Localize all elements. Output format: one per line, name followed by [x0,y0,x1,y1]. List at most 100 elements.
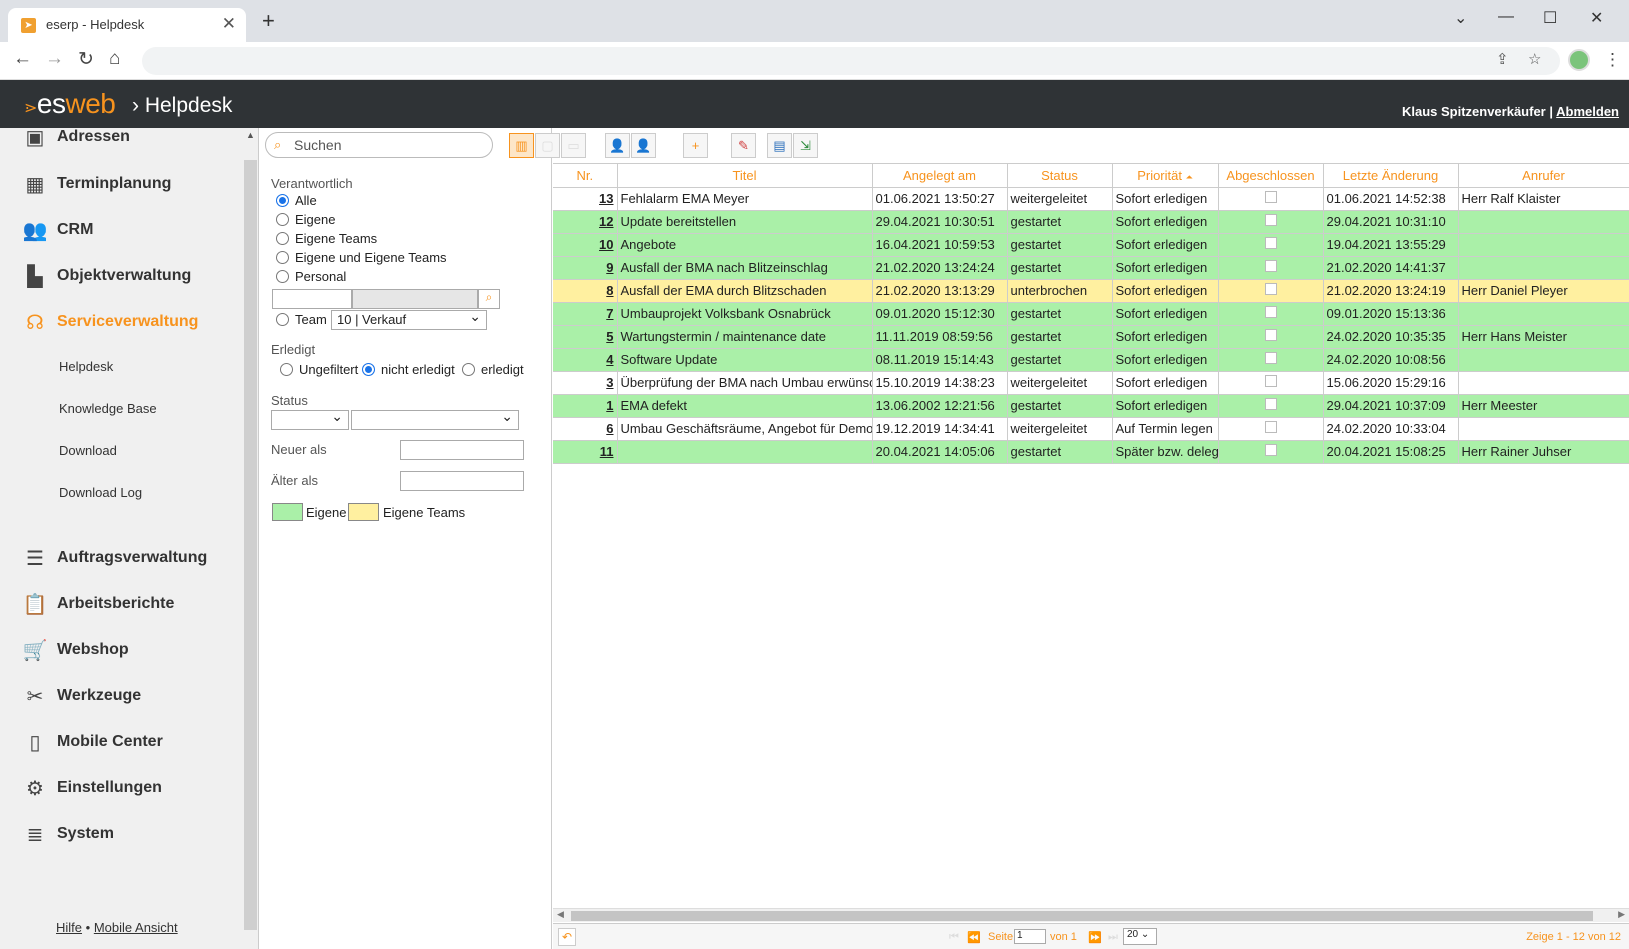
sidebar-item-auftragsverwaltung[interactable]: ☰ Auftragsverwaltung [22,543,207,573]
next-page-icon[interactable]: ⏩ [1088,931,1102,944]
closed-checkbox[interactable] [1264,306,1277,318]
closed-checkbox[interactable] [1264,283,1277,295]
radio-nicht-erledigt[interactable]: nicht erledigt [362,362,455,377]
closed-checkbox[interactable] [1264,260,1277,272]
radio-erledigt[interactable]: erledigt [462,362,524,377]
radio-eigene-und-teams[interactable]: Eigene und Eigene Teams [276,250,447,265]
radio-team[interactable]: Team [276,312,327,327]
table-row[interactable]: 13 Fehlalarm EMA Meyer 01.06.2021 13:50:27… [553,187,1629,211]
sidebar-scrollbar[interactable] [244,160,257,930]
radio-personal[interactable]: Personal [276,269,346,284]
per-page-select[interactable]: 20 ⌄ [1123,928,1157,945]
page-input[interactable]: 1 [1014,929,1046,944]
closed-checkbox[interactable] [1264,375,1277,387]
sidebar-item-webshop[interactable]: 🛒 Webshop [22,635,129,665]
maximize-icon[interactable]: ☐ [1543,8,1557,28]
browser-tab[interactable]: ➤ eserp - Helpdesk ✕ [8,8,246,42]
cell-nr[interactable]: 1 [553,394,618,418]
newer-input[interactable] [400,440,524,460]
excel-export-icon[interactable]: ⇲ [793,133,818,158]
closed-checkbox[interactable] [1264,352,1277,364]
table-row[interactable]: 7 Umbauprojekt Volksbank Osnabrück 09.01.2… [553,302,1629,326]
assign-user-icon[interactable]: 👤 [605,133,630,158]
prev-page-icon[interactable]: ⏪ [967,931,981,944]
sidebar-item-terminplanung[interactable]: ▦ Terminplanung [22,169,172,199]
first-page-icon[interactable]: ⏮ [949,931,959,944]
subitem-helpdesk[interactable]: Helpdesk [59,359,113,374]
cell-nr[interactable]: 13 [553,187,618,211]
col-prioritaet[interactable]: Priorität ⏶ [1112,164,1219,188]
cell-nr[interactable]: 6 [553,417,618,441]
sidebar-item-einstellungen[interactable]: ⚙ Einstellungen [22,773,162,803]
share-icon[interactable]: ⇪ [1496,50,1509,68]
subitem-download-log[interactable]: Download Log [59,485,142,500]
radio-alle[interactable]: Alle [276,193,317,208]
table-row[interactable]: 3 Überprüfung der BMA nach Umbau erwünsch… [553,371,1629,395]
sidebar-item-crm[interactable]: 👥 CRM [22,215,94,245]
col-nr[interactable]: Nr. [553,164,618,188]
table-row[interactable]: 5 Wartungstermin / maintenance date 11.11.… [553,325,1629,349]
personal-id-input[interactable] [272,289,352,309]
cell-nr[interactable]: 5 [553,325,618,349]
col-titel[interactable]: Titel [617,164,873,188]
closed-checkbox[interactable] [1264,191,1277,203]
sidebar-item-adressen[interactable]: ▣ Adressen [22,122,130,152]
col-abgeschlossen[interactable]: Abgeschlossen [1218,164,1324,188]
status-select-1[interactable] [271,407,349,430]
edit-columns-icon[interactable]: ✎ [731,133,756,158]
close-window-icon[interactable]: ✕ [1590,8,1603,28]
table-row[interactable]: 1 EMA defekt 13.06.2002 12:21:56 gestartet S… [553,394,1629,418]
forward-icon[interactable]: → [45,48,64,70]
table-row[interactable]: 9 Ausfall der BMA nach Blitzeinschlag 21.0… [553,256,1629,280]
refresh-icon[interactable]: ↶ [558,928,576,946]
table-row[interactable]: 4 Software Update 08.11.2019 15:14:43 gesta… [553,348,1629,372]
user-settings-icon[interactable]: 👤 [631,133,656,158]
sidebar-item-werkzeuge[interactable]: ✂ Werkzeuge [22,681,142,711]
cell-nr[interactable]: 4 [553,348,618,372]
last-page-icon[interactable]: ⏭ [1108,931,1118,944]
sidebar-item-objektverwaltung[interactable]: ▙ Objektverwaltung [22,261,191,291]
cell-nr[interactable]: 11 [553,440,618,464]
table-row[interactable]: 12 Update bereitstellen 29.04.2021 10:30:5… [553,210,1629,234]
personal-search-icon[interactable]: ⌕ [478,289,500,309]
subitem-knowledge-base[interactable]: Knowledge Base [59,401,157,416]
scroll-right-icon[interactable]: ▶ [1618,909,1625,920]
radio-eigene-teams[interactable]: Eigene Teams [276,231,377,246]
cell-nr[interactable]: 7 [553,302,618,326]
view-folder-icon[interactable]: ▭ [561,133,586,158]
closed-checkbox[interactable] [1264,214,1277,226]
report-icon[interactable]: ▤ [767,133,792,158]
scroll-left-icon[interactable]: ◀ [557,909,564,920]
table-row[interactable]: 8 Ausfall der EMA durch Blitzschaden 21.02… [553,279,1629,303]
older-input[interactable] [400,471,524,491]
cell-nr[interactable]: 9 [553,256,618,280]
col-letzte-aenderung[interactable]: Letzte Änderung [1323,164,1459,188]
view-list-icon[interactable]: ▥ [509,133,534,158]
chevron-down-icon[interactable]: ⌄ [1454,8,1467,28]
col-anrufer[interactable]: Anrufer [1458,164,1629,188]
add-icon[interactable]: + [683,133,708,158]
home-icon[interactable]: ⌂ [109,48,120,70]
minimize-icon[interactable]: — [1498,8,1514,26]
view-detail-icon[interactable]: ▢ [535,133,560,158]
reload-icon[interactable]: ↻ [78,48,94,71]
cell-nr[interactable]: 10 [553,233,618,257]
sidebar-item-mobile-center[interactable]: ▯ Mobile Center [22,727,162,757]
new-tab-button[interactable]: + [262,10,275,32]
mobile-view-link[interactable]: Mobile Ansicht [94,920,178,935]
table-row[interactable]: 11 20.04.2021 14:05:06 gestartet Später bzw… [553,440,1629,464]
closed-checkbox[interactable] [1264,329,1277,341]
browser-menu-icon[interactable]: ⋮ [1604,50,1621,70]
profile-avatar[interactable] [1568,49,1590,71]
search-input[interactable]: ⌕ Suchen [265,132,493,158]
logout-link[interactable]: Abmelden [1556,104,1619,119]
cell-nr[interactable]: 12 [553,210,618,234]
closed-checkbox[interactable] [1264,398,1277,410]
subitem-download[interactable]: Download [59,443,117,458]
app-logo[interactable]: ⋗esweb [24,88,116,120]
help-link[interactable]: Hilfe [56,920,82,935]
horizontal-scrollbar[interactable]: ◀ ▶ [553,908,1629,922]
table-row[interactable]: 10 Angebote 16.04.2021 10:59:53 gestartet So… [553,233,1629,257]
sidebar-scroll-up-icon[interactable]: ▲ [246,130,255,140]
col-status[interactable]: Status [1007,164,1113,188]
